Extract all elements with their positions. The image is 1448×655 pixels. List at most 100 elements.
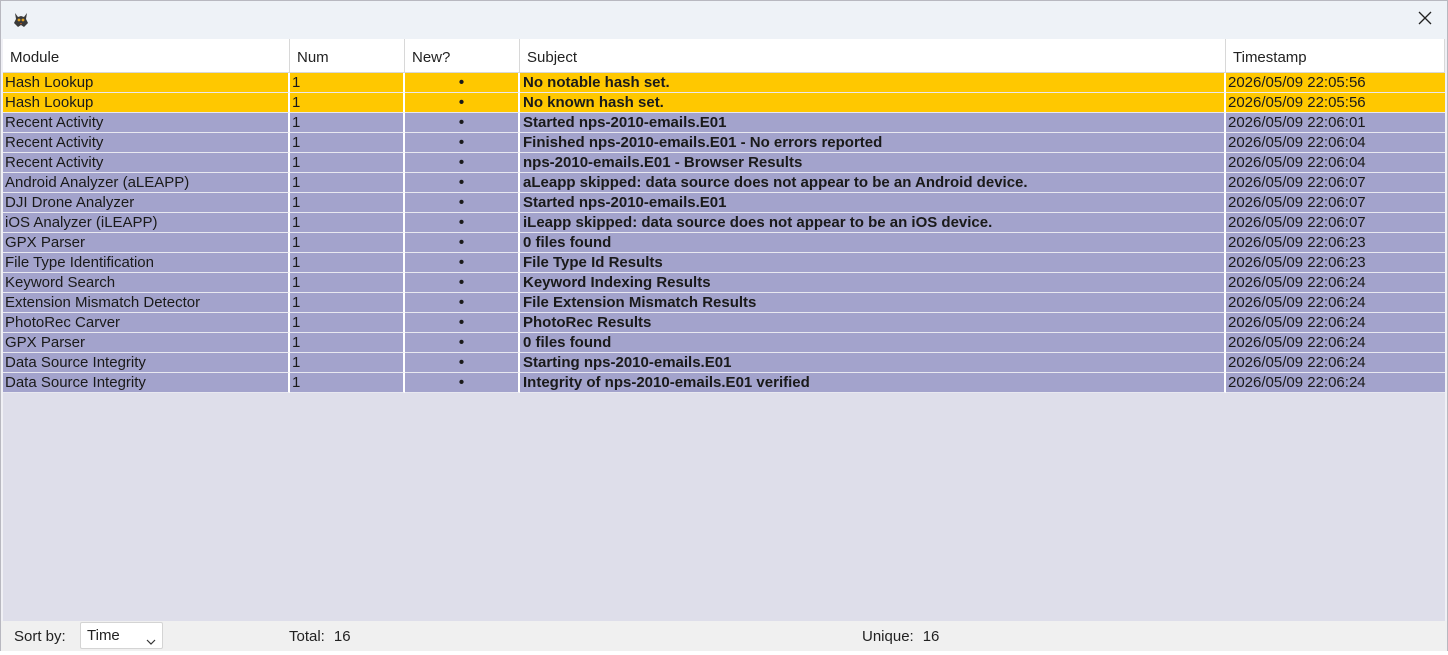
cell-new-indicator: •	[405, 233, 520, 253]
table-row[interactable]: File Type Identification 1 • File Type Id R…	[3, 253, 1445, 273]
table-row[interactable]: Recent Activity 1 • nps-2010-emails.E01 - B…	[3, 153, 1445, 173]
cell-module: Keyword Search	[3, 273, 290, 293]
cell-new-indicator: •	[405, 253, 520, 273]
cell-module: PhotoRec Carver	[3, 313, 290, 333]
title-bar[interactable]	[1, 1, 1447, 39]
column-header-new[interactable]: New?	[405, 39, 520, 73]
cell-timestamp: 2026/05/09 22:06:23	[1226, 253, 1445, 273]
table-row[interactable]: DJI Drone Analyzer 1 • Started nps-2010-ema…	[3, 193, 1445, 213]
table-row[interactable]: Recent Activity 1 • Finished nps-2010-email…	[3, 133, 1445, 153]
cell-new-indicator: •	[405, 273, 520, 293]
table-row[interactable]: Android Analyzer (aLEAPP) 1 • aLeapp skippe…	[3, 173, 1445, 193]
cell-timestamp: 2026/05/09 22:06:04	[1226, 153, 1445, 173]
autopsy-app-icon	[12, 11, 30, 29]
cell-subject: Starting nps-2010-emails.E01	[520, 353, 1226, 373]
cell-num: 1	[290, 333, 405, 353]
unique-count: Unique: 16	[862, 628, 939, 645]
cell-module: GPX Parser	[3, 333, 290, 353]
cell-module: GPX Parser	[3, 233, 290, 253]
cell-module: Data Source Integrity	[3, 353, 290, 373]
cell-num: 1	[290, 193, 405, 213]
cell-timestamp: 2026/05/09 22:06:07	[1226, 193, 1445, 213]
cell-new-indicator: •	[405, 133, 520, 153]
cell-subject: Started nps-2010-emails.E01	[520, 193, 1226, 213]
cell-module: File Type Identification	[3, 253, 290, 273]
chevron-down-icon	[146, 630, 156, 655]
close-icon	[1418, 11, 1432, 30]
cell-subject: No known hash set.	[520, 93, 1226, 113]
cell-module: Android Analyzer (aLEAPP)	[3, 173, 290, 193]
cell-timestamp: 2026/05/09 22:06:24	[1226, 293, 1445, 313]
cell-subject: nps-2010-emails.E01 - Browser Results	[520, 153, 1226, 173]
cell-subject: Finished nps-2010-emails.E01 - No errors…	[520, 133, 1226, 153]
cell-timestamp: 2026/05/09 22:06:24	[1226, 333, 1445, 353]
column-header-module[interactable]: Module	[3, 39, 290, 73]
table-row[interactable]: Keyword Search 1 • Keyword Indexing Results…	[3, 273, 1445, 293]
sort-by-label: Sort by:	[14, 628, 66, 645]
cell-module: Hash Lookup	[3, 93, 290, 113]
cell-timestamp: 2026/05/09 22:06:07	[1226, 173, 1445, 193]
cell-num: 1	[290, 173, 405, 193]
cell-subject: File Type Id Results	[520, 253, 1226, 273]
cell-timestamp: 2026/05/09 22:06:24	[1226, 313, 1445, 333]
cell-num: 1	[290, 353, 405, 373]
cell-new-indicator: •	[405, 333, 520, 353]
close-button[interactable]	[1409, 5, 1441, 35]
table-row[interactable]: iOS Analyzer (iLEAPP) 1 • iLeapp skipped: d…	[3, 213, 1445, 233]
cell-num: 1	[290, 133, 405, 153]
cell-module: Recent Activity	[3, 153, 290, 173]
cell-subject: iLeapp skipped: data source does not app…	[520, 213, 1226, 233]
cell-subject: Started nps-2010-emails.E01	[520, 113, 1226, 133]
cell-module: Data Source Integrity	[3, 373, 290, 393]
cell-subject: File Extension Mismatch Results	[520, 293, 1226, 313]
cell-subject: aLeapp skipped: data source does not app…	[520, 173, 1226, 193]
table-row[interactable]: GPX Parser 1 • 0 files found 2026/05/09 22:0…	[3, 333, 1445, 353]
table-row[interactable]: Data Source Integrity 1 • Integrity of nps-…	[3, 373, 1445, 393]
cell-new-indicator: •	[405, 153, 520, 173]
table-row[interactable]: Extension Mismatch Detector 1 • File Extens…	[3, 293, 1445, 313]
cell-module: Recent Activity	[3, 133, 290, 153]
cell-num: 1	[290, 113, 405, 133]
cell-subject: PhotoRec Results	[520, 313, 1226, 333]
cell-subject: 0 files found	[520, 233, 1226, 253]
table-header: Module Num New? Subject Timestamp	[3, 39, 1445, 73]
cell-num: 1	[290, 373, 405, 393]
sort-by-select[interactable]: Time	[80, 622, 163, 649]
table-row[interactable]: Hash Lookup 1 • No notable hash set. 2026/05…	[3, 73, 1445, 93]
cell-timestamp: 2026/05/09 22:05:56	[1226, 73, 1445, 93]
unique-label: Unique:	[862, 628, 914, 645]
cell-timestamp: 2026/05/09 22:06:01	[1226, 113, 1445, 133]
unique-value: 16	[922, 628, 940, 645]
cell-num: 1	[290, 73, 405, 93]
table-row[interactable]: GPX Parser 1 • 0 files found 2026/05/09 22:0…	[3, 233, 1445, 253]
cell-new-indicator: •	[405, 293, 520, 313]
cell-timestamp: 2026/05/09 22:06:23	[1226, 233, 1445, 253]
cell-subject: Keyword Indexing Results	[520, 273, 1226, 293]
cell-new-indicator: •	[405, 313, 520, 333]
column-header-num[interactable]: Num	[290, 39, 405, 73]
cell-subject: No notable hash set.	[520, 73, 1226, 93]
table-row[interactable]: PhotoRec Carver 1 • PhotoRec Results 2026/05…	[3, 313, 1445, 333]
cell-timestamp: 2026/05/09 22:06:24	[1226, 273, 1445, 293]
column-header-timestamp[interactable]: Timestamp	[1226, 39, 1445, 73]
table-row[interactable]: Hash Lookup 1 • No known hash set. 2026/05/0…	[3, 93, 1445, 113]
cell-module: Hash Lookup	[3, 73, 290, 93]
cell-num: 1	[290, 313, 405, 333]
column-header-subject[interactable]: Subject	[520, 39, 1226, 73]
cell-timestamp: 2026/05/09 22:06:07	[1226, 213, 1445, 233]
cell-module: Recent Activity	[3, 113, 290, 133]
ingest-messages-window: Module Num New? Subject Timestamp Hash L…	[0, 0, 1448, 651]
cell-num: 1	[290, 273, 405, 293]
table-body: Hash Lookup 1 • No notable hash set. 2026/05…	[3, 73, 1445, 393]
table-row[interactable]: Data Source Integrity 1 • Starting nps-2010…	[3, 353, 1445, 373]
cell-num: 1	[290, 253, 405, 273]
table-row[interactable]: Recent Activity 1 • Started nps-2010-emails…	[3, 113, 1445, 133]
cell-num: 1	[290, 153, 405, 173]
cell-timestamp: 2026/05/09 22:06:24	[1226, 373, 1445, 393]
cell-num: 1	[290, 233, 405, 253]
cell-subject: 0 files found	[520, 333, 1226, 353]
status-bar: Sort by: Time Total: 16 Unique: 16	[1, 621, 1447, 651]
cell-new-indicator: •	[405, 173, 520, 193]
cell-new-indicator: •	[405, 73, 520, 93]
cell-timestamp: 2026/05/09 22:06:24	[1226, 353, 1445, 373]
